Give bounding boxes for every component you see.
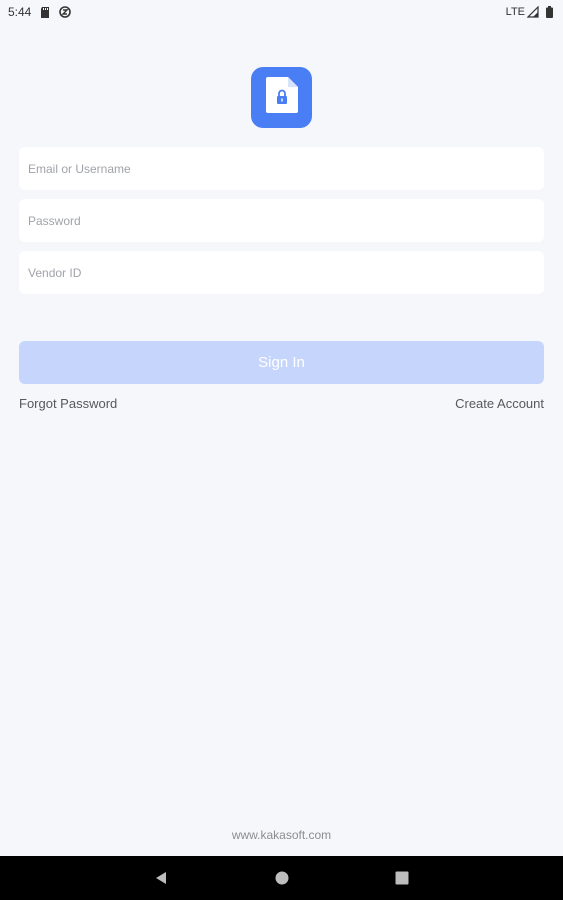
signal-icon (527, 6, 539, 18)
status-left: 5:44 (8, 5, 72, 19)
vendor-id-field[interactable] (19, 251, 544, 294)
status-time: 5:44 (8, 5, 32, 19)
email-field[interactable] (19, 147, 544, 190)
home-icon[interactable] (272, 868, 292, 888)
create-account-link[interactable]: Create Account (455, 396, 544, 411)
password-field[interactable] (19, 199, 544, 242)
network-type: LTE (505, 6, 525, 18)
app-logo (251, 67, 312, 128)
recents-icon[interactable] (392, 868, 412, 888)
navigation-bar (0, 856, 563, 900)
locked-document-icon (265, 76, 299, 119)
sd-card-icon (39, 6, 51, 18)
sync-icon (59, 6, 72, 18)
status-right: LTE (506, 6, 555, 18)
battery-icon (543, 6, 555, 18)
footer-website: www.kakasoft.com (231, 828, 332, 842)
sign-in-button[interactable]: Sign In (19, 341, 544, 384)
forgot-password-link[interactable]: Forgot Password (19, 396, 117, 411)
login-screen: 5:44 LTE Email or Username Vendor ID Sig… (0, 0, 563, 900)
status-bar: 5:44 LTE (0, 0, 563, 24)
back-icon[interactable] (151, 868, 171, 888)
